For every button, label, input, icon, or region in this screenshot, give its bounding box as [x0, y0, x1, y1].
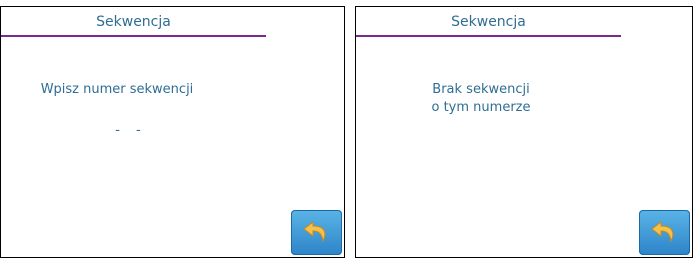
title-divider [356, 35, 621, 37]
sequence-not-found-screen: Sekwencja Brak sekwencji o tym numerze [355, 6, 693, 258]
message-line-2: o tym numerze [431, 100, 531, 115]
back-button[interactable] [291, 210, 342, 255]
sequence-number-prompt: Wpisz numer sekwencji [40, 82, 194, 97]
back-button[interactable] [639, 210, 690, 255]
screen-title: Sekwencja [96, 14, 171, 30]
sequence-number-input[interactable]: - - [1, 123, 261, 138]
title-divider [1, 35, 266, 37]
message-line-1: Brak sekwencji [432, 82, 530, 97]
sequence-entry-screen: Sekwencja Wpisz numer sekwencji - - [0, 6, 345, 258]
back-arrow-icon [651, 220, 674, 243]
not-found-message: Brak sekwencji o tym numerze [356, 81, 606, 117]
back-arrow-icon [303, 220, 326, 243]
screen-title: Sekwencja [451, 14, 526, 30]
